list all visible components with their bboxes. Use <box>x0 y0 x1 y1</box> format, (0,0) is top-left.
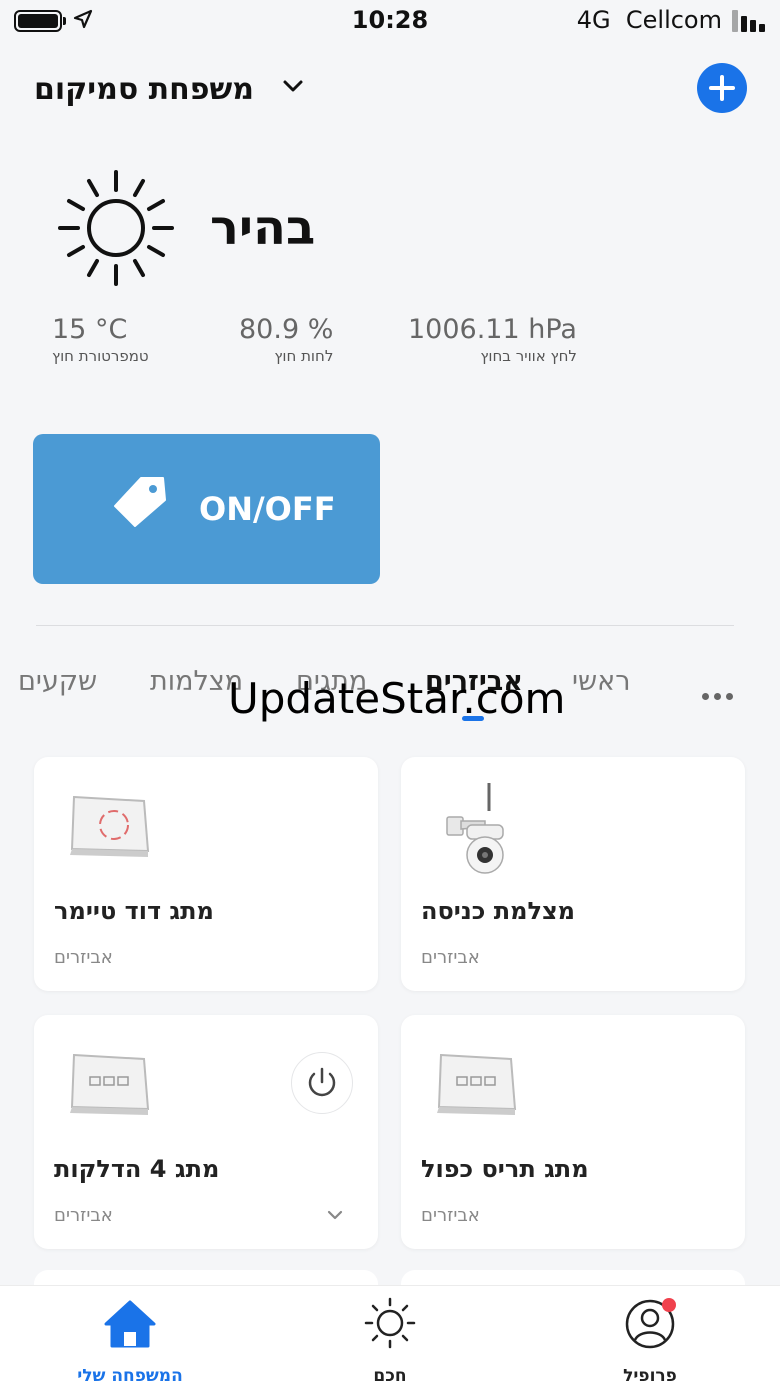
signal-icon <box>732 10 768 32</box>
device-card[interactable]: מצלמת כניסה אביזרים <box>401 757 745 991</box>
weather-condition: בהיר <box>210 200 316 256</box>
touch-switch-icon <box>70 795 150 857</box>
device-name: מתג דוד טיימר <box>54 897 214 925</box>
outdoor-humidity: 80.9 % לחות חוץ <box>239 314 333 365</box>
home-header: משפחת סמיקום <box>0 60 780 120</box>
device-card[interactable]: מתג תריס כפול אביזרים <box>401 1015 745 1249</box>
tab-main[interactable]: ראשי <box>572 666 630 697</box>
stat-label: טמפרטורת חוץ <box>52 347 149 365</box>
scene-label: ON/OFF <box>199 490 336 528</box>
nav-profile[interactable]: פרופיל <box>560 1296 740 1386</box>
device-name: מתג תריס כפול <box>421 1155 589 1183</box>
home-icon <box>104 1300 156 1348</box>
tag-icon <box>114 477 166 527</box>
nav-my-family[interactable]: המשפחה שלי <box>40 1296 220 1386</box>
nav-label: פרופיל <box>623 1366 677 1386</box>
status-bar: 10:28 4G Cellcom <box>0 0 780 44</box>
more-dots-icon[interactable] <box>702 676 738 707</box>
device-room: אביזרים <box>421 1205 480 1226</box>
carrier-name: Cellcom <box>625 6 722 34</box>
stat-value: 80.9 % <box>239 314 334 345</box>
device-card[interactable]: מתג דוד טיימר אביזרים <box>34 757 378 991</box>
outdoor-pressure: 1006.11 hPa לחץ אוויר בחוץ <box>408 314 577 365</box>
light-switch-icon <box>70 1053 150 1115</box>
device-room: אביזרים <box>54 947 113 968</box>
scene-card-onoff[interactable]: ON/OFF <box>33 434 380 584</box>
outdoor-temperature: 15 °C טמפרטורת חוץ <box>52 314 149 365</box>
power-button[interactable] <box>291 1052 353 1114</box>
network-type: 4G <box>576 6 611 34</box>
sun-icon <box>364 1297 416 1349</box>
chevron-down-icon[interactable] <box>326 1209 344 1221</box>
power-icon <box>308 1067 335 1096</box>
stat-value: 1006.11 hPa <box>408 314 577 345</box>
device-name: מתג 4 הדלקות <box>54 1155 220 1183</box>
security-camera-icon <box>446 783 504 874</box>
add-device-button[interactable] <box>697 63 747 113</box>
chevron-down-icon[interactable] <box>282 78 304 94</box>
stat-label: לחץ אוויר בחוץ <box>480 347 577 365</box>
stat-label: לחות חוץ <box>274 347 334 365</box>
home-selector[interactable]: משפחת סמיקום <box>34 72 254 107</box>
device-room: אביזרים <box>54 1205 113 1226</box>
sun-icon <box>58 170 174 286</box>
tab-sockets[interactable]: שקעים <box>18 666 97 697</box>
stat-value: 15 °C <box>52 314 128 345</box>
nav-label: חכם <box>373 1366 407 1386</box>
device-name: מצלמת כניסה <box>421 897 576 925</box>
watermark: UpdateStar.com <box>228 674 566 723</box>
nav-smart[interactable]: חכם <box>300 1296 480 1386</box>
bottom-nav: המשפחה שלי חכם פרופיל <box>0 1285 780 1387</box>
carrier-label: 4G Cellcom <box>577 6 722 34</box>
light-switch-icon <box>437 1053 517 1115</box>
divider <box>36 625 734 626</box>
device-room: אביזרים <box>421 947 480 968</box>
device-card[interactable]: מתג 4 הדלקות אביזרים <box>34 1015 378 1249</box>
nav-label: המשפחה שלי <box>77 1366 183 1386</box>
profile-icon-wrap <box>622 1296 678 1350</box>
notification-badge <box>662 1298 676 1312</box>
